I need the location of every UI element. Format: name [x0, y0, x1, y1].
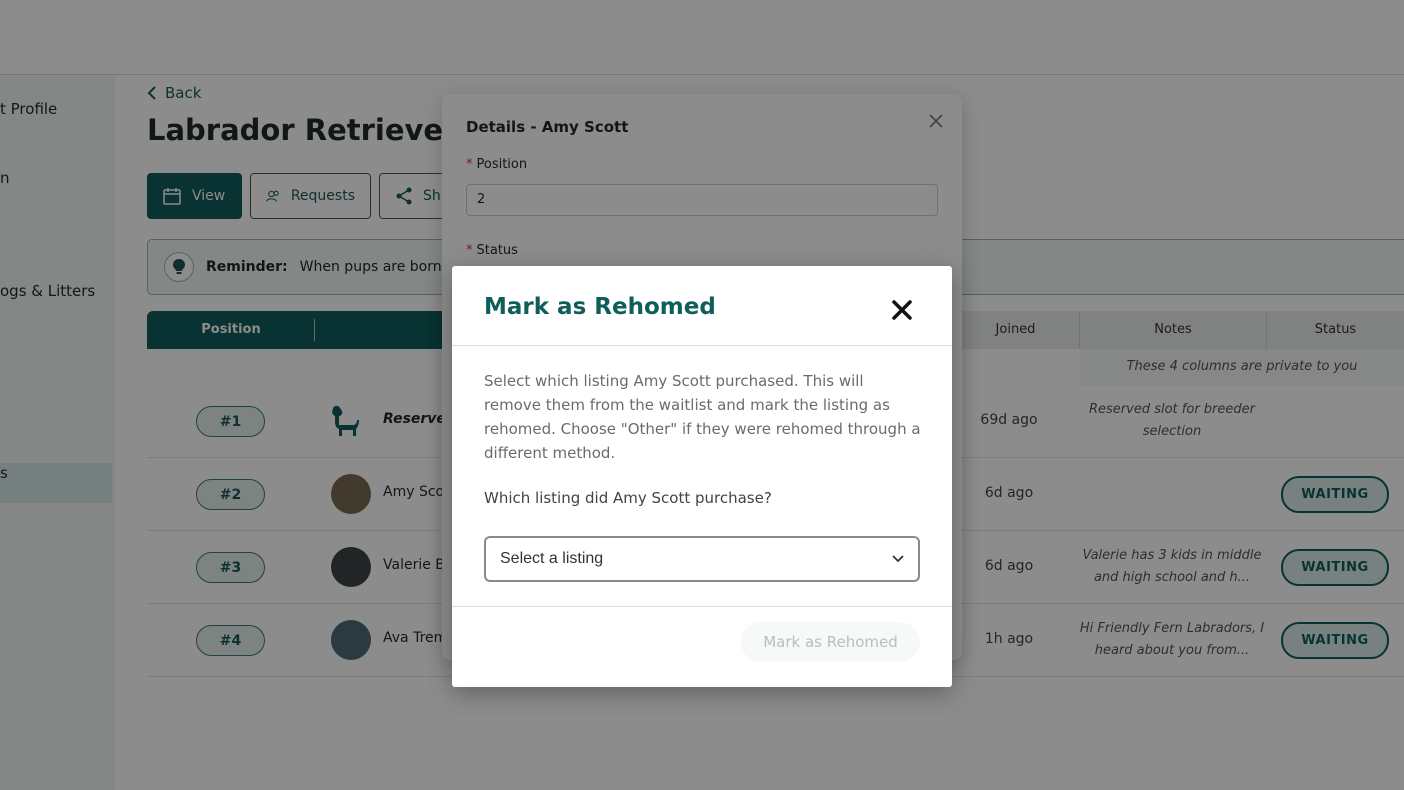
modal-description: Select which listing Amy Scott purchased…	[484, 372, 921, 462]
chevron-down-icon	[892, 555, 904, 563]
header-divider	[452, 345, 952, 346]
listing-select[interactable]: Select a listing	[484, 536, 920, 582]
close-icon[interactable]	[889, 297, 915, 323]
mark-rehomed-modal: Mark as Rehomed Select which listing Amy…	[452, 266, 952, 687]
mark-rehomed-button[interactable]: Mark as Rehomed	[741, 622, 920, 662]
modal-title: Mark as Rehomed	[484, 294, 716, 320]
footer-divider	[452, 606, 952, 607]
listing-select-value: Select a listing	[500, 550, 604, 567]
listing-question-label: Which listing did Amy Scott purchase?	[484, 489, 772, 507]
